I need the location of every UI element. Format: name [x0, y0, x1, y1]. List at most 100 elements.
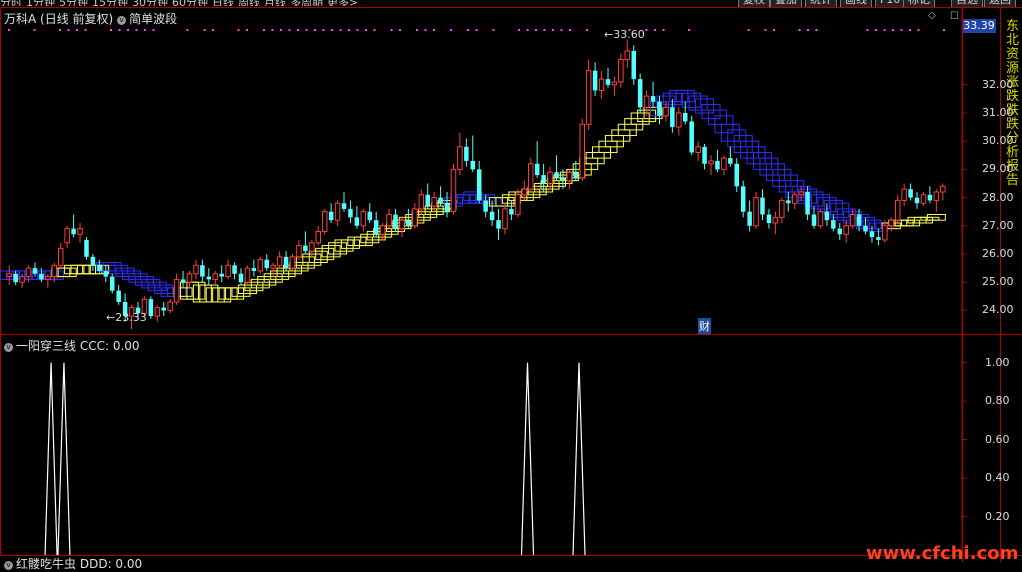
candle-body	[535, 164, 540, 175]
event-dot	[765, 29, 767, 31]
sub-indicator-name[interactable]: 一阳穿三线	[16, 339, 76, 353]
candle-body	[239, 274, 244, 282]
event-dot	[399, 29, 401, 31]
event-dot	[187, 29, 189, 31]
sub-indicator-2-name[interactable]: 红髅吃牛虫	[16, 557, 76, 571]
candle-body	[586, 71, 591, 125]
event-dot	[8, 29, 10, 31]
candle-body	[380, 226, 385, 234]
candle-body	[194, 265, 199, 273]
candle-body	[97, 265, 102, 271]
band-segment	[238, 285, 256, 293]
event-dot	[76, 29, 78, 31]
event-dot	[238, 29, 240, 31]
event-dot	[875, 29, 877, 31]
candle-body	[902, 189, 907, 200]
candle-body	[419, 195, 424, 209]
candle-body	[889, 220, 894, 226]
event-dot	[535, 29, 537, 31]
event-dot	[654, 29, 656, 31]
candle-body	[432, 198, 437, 206]
band-segment	[341, 240, 359, 248]
band-segment	[747, 147, 765, 164]
candle-body	[438, 198, 443, 204]
event-dot	[663, 29, 665, 31]
candle-body	[638, 79, 643, 107]
candle-body	[683, 113, 688, 121]
signal-tick-label: 0.40	[985, 471, 1010, 484]
event-dot	[748, 29, 750, 31]
event-dot	[85, 29, 87, 31]
band-segment	[258, 277, 276, 285]
band-segment	[354, 237, 372, 245]
event-dot	[909, 29, 911, 31]
candle-body	[26, 268, 31, 276]
candle-body	[876, 237, 881, 240]
event-dot	[68, 29, 70, 31]
band-segment	[213, 288, 231, 302]
high-price-value: 33.60	[613, 28, 645, 41]
band-segment	[779, 175, 797, 192]
event-dot	[374, 29, 376, 31]
candle-body	[702, 147, 707, 164]
event-dot	[263, 29, 265, 31]
candle-body	[818, 212, 823, 226]
candle-body	[342, 203, 347, 209]
candle-body	[709, 161, 714, 164]
event-dot	[110, 29, 112, 31]
candle-body	[232, 265, 237, 273]
event-dot	[348, 29, 350, 31]
event-dot	[646, 29, 648, 31]
event-dot	[280, 29, 282, 31]
band-segment	[65, 265, 83, 273]
candle-body	[541, 175, 546, 183]
candle-body	[792, 195, 797, 203]
candle-body	[7, 274, 12, 277]
financial-report-badge[interactable]: 财	[698, 318, 711, 334]
event-dot	[552, 29, 554, 31]
candle-body	[155, 308, 160, 316]
candle-body	[554, 172, 559, 178]
event-dot	[127, 29, 129, 31]
band-segment	[753, 152, 771, 169]
candle-body	[863, 226, 868, 232]
candlestick-chart[interactable]	[0, 0, 1022, 562]
candle-body	[773, 217, 778, 223]
event-dot	[144, 29, 146, 31]
event-dot	[450, 29, 452, 31]
chevron-down-icon[interactable]: v	[4, 561, 13, 570]
candle-body	[722, 158, 727, 169]
candle-body	[799, 192, 804, 195]
candle-body	[20, 277, 25, 283]
candle-body	[850, 215, 855, 226]
band-segment	[155, 285, 173, 293]
candle-body	[741, 186, 746, 211]
candle-body	[715, 161, 720, 169]
candle-body	[277, 257, 282, 265]
candle-body	[599, 79, 604, 90]
signal-spike	[45, 363, 57, 555]
chevron-down-icon[interactable]: v	[4, 343, 13, 352]
event-dot	[943, 29, 945, 31]
candle-body	[619, 59, 624, 82]
candle-body	[490, 212, 495, 220]
candle-body	[374, 220, 379, 234]
candle-body	[677, 113, 682, 127]
candle-body	[747, 212, 752, 226]
candle-body	[728, 158, 733, 164]
candle-body	[290, 257, 295, 268]
candle-body	[335, 203, 340, 220]
candle-body	[664, 107, 669, 115]
candle-body	[786, 200, 791, 203]
candle-body	[857, 215, 862, 226]
event-dot	[773, 29, 775, 31]
event-dot	[467, 29, 469, 31]
candle-body	[116, 291, 121, 302]
band-segment	[708, 110, 726, 124]
band-segment	[148, 282, 166, 290]
band-segment	[71, 265, 89, 273]
candle-body	[606, 79, 611, 85]
candle-body	[548, 172, 553, 183]
candle-body	[625, 51, 630, 59]
band-segment	[116, 268, 134, 276]
